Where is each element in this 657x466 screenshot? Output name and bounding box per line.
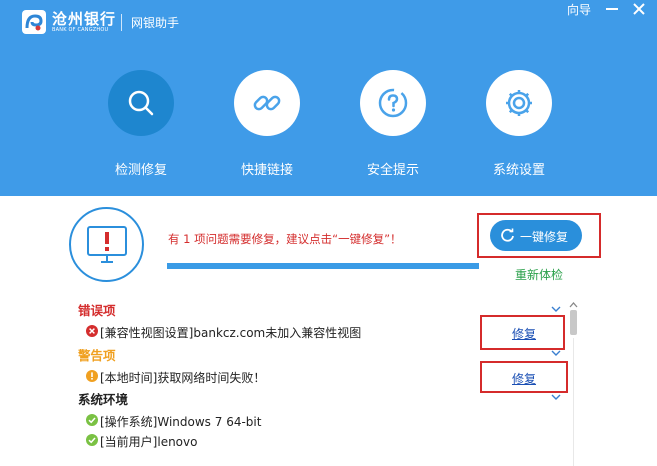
status-message: 有 1 项问题需要修复，建议点击“一键修复”！ — [168, 232, 402, 246]
chevron-down-icon[interactable] — [551, 349, 561, 357]
chevron-down-icon[interactable] — [551, 305, 561, 313]
header: 沧州银行 BANK OF CANGZHOU 网银助手 向导 检测修复 快捷链接 — [0, 0, 657, 196]
search-icon — [128, 90, 154, 116]
check-icon — [86, 414, 98, 426]
fix-link-error[interactable]: 修复 — [512, 325, 536, 342]
nav-label: 检测修复 — [114, 163, 167, 178]
refresh-icon — [501, 228, 514, 242]
nav-label: 系统设置 — [492, 163, 545, 178]
app-title: 网银助手 — [131, 16, 180, 30]
scroll-track[interactable] — [573, 338, 574, 466]
chevron-down-icon[interactable] — [551, 393, 561, 401]
nav-item-system-settings[interactable]: 系统设置 — [484, 70, 554, 178]
one-key-fix-button[interactable]: 一键修复 — [490, 220, 582, 251]
nav-circle — [486, 70, 552, 136]
gear-icon — [506, 90, 532, 116]
check-icon — [86, 434, 98, 446]
warning-icon — [86, 370, 98, 382]
nav-circle — [360, 70, 426, 136]
nav-label: 安全提示 — [366, 163, 419, 178]
recheck-link[interactable]: 重新体检 — [515, 266, 563, 283]
scroll-thumb[interactable] — [570, 310, 577, 335]
error-item-text: [兼容性视图设置]bankcz.com未加入兼容性视图 — [100, 326, 362, 340]
title-divider — [121, 14, 122, 31]
scrollbar[interactable] — [568, 298, 579, 466]
error-icon — [86, 325, 98, 337]
section-title-system: 系统环境 — [78, 392, 129, 407]
one-key-fix-label: 一键修复 — [520, 230, 569, 244]
nav-item-quick-links[interactable]: 快捷链接 — [232, 70, 302, 178]
monitor-status-icon — [69, 207, 144, 282]
bank-name-en: BANK OF CANGZHOU — [52, 27, 109, 33]
guide-link[interactable]: 向导 — [567, 1, 591, 18]
close-icon[interactable] — [630, 0, 648, 18]
system-item-text: [操作系统]Windows 7 64-bit — [100, 415, 262, 429]
nav-circle — [108, 70, 174, 136]
minimize-icon[interactable] — [603, 0, 621, 18]
monitor-warning-icon — [87, 226, 127, 263]
bank-logo-icon — [22, 10, 46, 34]
nav-circle — [234, 70, 300, 136]
nav-item-detect-repair[interactable]: 检测修复 — [106, 70, 176, 178]
bank-name: 沧州银行 — [52, 10, 117, 28]
section-title-warning: 警告项 — [78, 348, 116, 363]
link-icon — [253, 95, 281, 111]
progress-bar — [167, 263, 479, 269]
fix-link-warning[interactable]: 修复 — [512, 370, 536, 387]
nav-label: 快捷链接 — [240, 163, 293, 178]
section-title-error: 错误项 — [78, 303, 116, 318]
scroll-up-icon[interactable] — [569, 298, 578, 308]
system-item-text: [当前用户]lenovo — [100, 435, 198, 449]
warning-item-text: [本地时间]获取网络时间失败！ — [100, 371, 266, 385]
question-icon — [378, 88, 408, 118]
nav-item-security-tips[interactable]: 安全提示 — [358, 70, 428, 178]
